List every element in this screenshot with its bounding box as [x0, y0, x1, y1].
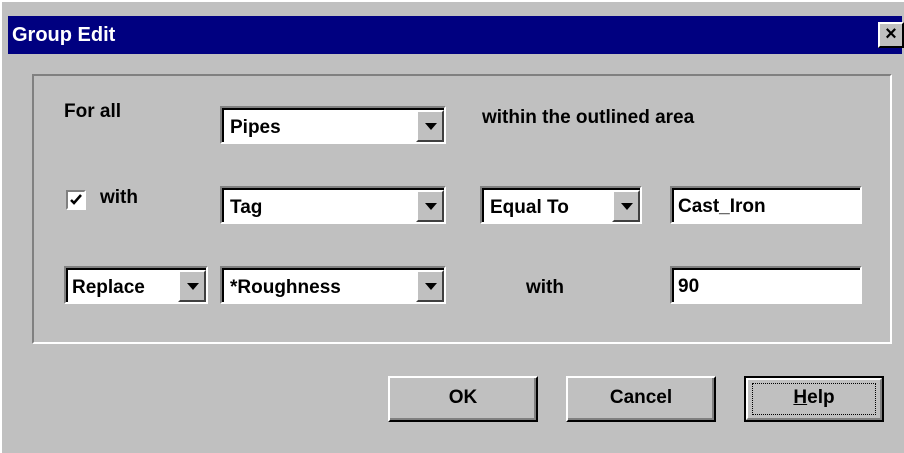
object-type-select[interactable]: Pipes — [220, 106, 446, 144]
window-title: Group Edit — [12, 24, 116, 46]
help-mnemonic: H — [793, 387, 808, 408]
help-button[interactable]: Help — [744, 376, 884, 422]
cancel-button-label: Cancel — [609, 387, 673, 408]
close-icon: × — [885, 23, 897, 45]
chevron-down-icon[interactable] — [416, 110, 444, 142]
with-checkbox-label[interactable]: with — [100, 186, 138, 210]
chevron-down-icon[interactable] — [416, 270, 444, 302]
edit-property-value: *Roughness — [230, 277, 341, 298]
cancel-button[interactable]: Cancel — [566, 376, 716, 422]
action-value: Replace — [72, 277, 145, 298]
for-all-label: For all — [64, 101, 122, 122]
outlined-area-label: within the outlined area — [482, 107, 695, 128]
replacement-value-input[interactable]: 90 — [670, 266, 862, 304]
object-type-value: Pipes — [230, 117, 281, 138]
group-edit-dialog: Group Edit × For all Pipes within the ou… — [0, 0, 904, 453]
filter-operator-value: Equal To — [490, 197, 569, 218]
chevron-down-icon[interactable] — [612, 190, 640, 222]
chevron-down-icon[interactable] — [178, 270, 206, 302]
help-button-label: Help — [793, 387, 834, 408]
chevron-down-icon[interactable] — [416, 190, 444, 222]
filter-operator-select[interactable]: Equal To — [480, 186, 642, 224]
replacement-value-text: 90 — [678, 276, 700, 297]
help-label-rest: elp — [807, 387, 835, 408]
checkmark-icon — [70, 194, 82, 205]
filter-value-text: Cast_Iron — [678, 196, 766, 217]
ok-button[interactable]: OK — [388, 376, 538, 422]
filter-checkbox[interactable] — [66, 190, 86, 210]
edit-property-select[interactable]: *Roughness — [220, 266, 446, 304]
title-bar[interactable]: Group Edit × — [8, 16, 904, 54]
filter-property-value: Tag — [230, 197, 263, 218]
filter-value-input[interactable]: Cast_Iron — [670, 186, 862, 224]
close-button[interactable]: × — [878, 22, 904, 48]
replace-with-label: with — [526, 277, 564, 298]
filter-property-select[interactable]: Tag — [220, 186, 446, 224]
ok-button-label: OK — [448, 387, 478, 408]
action-select[interactable]: Replace — [64, 266, 208, 304]
